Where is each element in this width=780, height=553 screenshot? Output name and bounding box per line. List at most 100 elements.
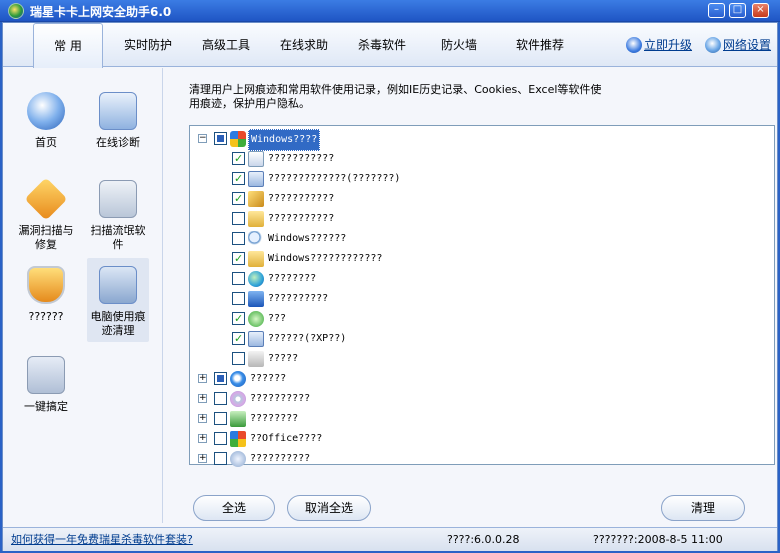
tree-group-row: + ?????? <box>190 369 770 389</box>
window-title: 瑞星卡卡上网安全助手6.0 <box>30 5 172 19</box>
tree-item-checkbox[interactable] <box>232 149 245 169</box>
window-icon <box>248 171 264 187</box>
tree-item-label: ????? <box>268 353 299 364</box>
app-icon <box>248 291 264 307</box>
nav-home-label: 首页 <box>35 136 57 149</box>
tree-group-expander[interactable]: + <box>198 434 207 443</box>
menu-common[interactable]: 常 用 <box>33 23 103 68</box>
menu-realtime-protection[interactable]: 实时防护 <box>115 23 181 67</box>
tree-item: ??????(?XP??) <box>190 329 770 349</box>
nav-online-diagnosis[interactable]: 在线诊断 <box>87 88 149 150</box>
network-icon <box>705 37 721 53</box>
tree-item-checkbox[interactable] <box>232 212 245 225</box>
tree-item-checkbox[interactable] <box>232 169 245 189</box>
tree-group-expander[interactable]: + <box>198 414 207 423</box>
tree-group-label: ??Office???? <box>250 433 323 444</box>
upgrade-label: 立即升级 <box>644 38 693 52</box>
nav-trace-cleanup[interactable]: 电脑使用痕迹清理 <box>87 258 149 342</box>
app-logo-icon <box>8 3 24 19</box>
menu-software-recommend[interactable]: 软件推荐 <box>507 23 573 67</box>
tree-root-label[interactable]: Windows???? <box>248 129 321 151</box>
ie-icon <box>230 371 246 387</box>
tree-group-label: ?????? <box>250 373 287 384</box>
tree-item-checkbox[interactable] <box>232 232 245 245</box>
tree-item: ??????????? <box>190 149 770 169</box>
tree-item-label: ??????????? <box>268 153 335 164</box>
tree-root-expander[interactable]: − <box>198 134 207 143</box>
tree-item-checkbox[interactable] <box>232 249 245 269</box>
office-icon <box>230 431 246 447</box>
deselect-all-button[interactable]: 取消全选 <box>287 495 371 521</box>
tree-item-label: ??? <box>268 313 287 324</box>
tree-item-checkbox[interactable] <box>232 309 245 329</box>
free-antivirus-link[interactable]: 如何获得一年免费瑞星杀毒软件套装? <box>11 528 193 551</box>
menu-firewall[interactable]: 防火墙 <box>431 23 487 67</box>
document-icon <box>248 151 264 167</box>
nav-home[interactable]: 首页 <box>15 88 77 150</box>
shield-icon <box>27 266 65 304</box>
select-all-button[interactable]: 全选 <box>193 495 275 521</box>
status-bar: 如何获得一年免费瑞星杀毒软件套装? ????:6.0.0.28 ???????:… <box>3 527 777 551</box>
tree-group-checkbox[interactable] <box>214 392 227 405</box>
tree-group-checkbox[interactable] <box>214 412 227 425</box>
tree-item-checkbox[interactable] <box>232 292 245 305</box>
tree-item-checkbox[interactable] <box>232 352 245 365</box>
folder-icon <box>248 211 264 227</box>
tree-item-label: ??????(?XP??) <box>268 333 347 344</box>
windows-icon <box>230 131 246 147</box>
diagnosis-icon <box>99 92 137 130</box>
clean-button[interactable]: 清理 <box>661 495 745 521</box>
tree-item-label: ?????????? <box>268 293 329 304</box>
title-bar: 瑞星卡卡上网安全助手6.0 – □ × <box>0 0 780 22</box>
tree-group-row: + ?????????? <box>190 449 770 467</box>
tree-item-label: Windows???????????? <box>268 253 383 264</box>
tree-item-checkbox[interactable] <box>232 329 245 349</box>
tree-root-row: − Windows???? <box>190 129 770 151</box>
tree-item: ???????? <box>190 269 770 289</box>
minimize-button[interactable]: – <box>708 3 725 18</box>
menu-online-help[interactable]: 在线求助 <box>271 23 337 67</box>
nav-trace-cleanup-label: 电脑使用痕迹清理 <box>90 310 146 337</box>
globe-icon <box>248 271 264 287</box>
nav-one-click-label: 一键搞定 <box>24 400 68 413</box>
update-date-text: ???????:2008-8-5 11:00 <box>593 533 723 546</box>
tree-group-checkbox[interactable] <box>214 372 227 385</box>
close-button[interactable]: × <box>752 3 769 18</box>
tree-item-checkbox[interactable] <box>232 272 245 285</box>
nav-vulnerability-scan[interactable]: 漏洞扫描与修复 <box>15 176 77 252</box>
search-icon <box>248 231 264 247</box>
nav-shield-label: ?????? <box>28 310 64 323</box>
tree-item-checkbox[interactable] <box>232 189 245 209</box>
nav-rogue-scan[interactable]: 扫描流氓软件 <box>87 176 149 252</box>
nav-vulnerability-scan-label: 漏洞扫描与修复 <box>18 224 74 251</box>
tree-item: Windows?????? <box>190 229 770 249</box>
content-panel: 清理用户上网痕迹和常用软件使用记录，例如IE历史记录、Cookies、Excel… <box>171 73 775 523</box>
tree-group-expander[interactable]: + <box>198 454 207 463</box>
recycle-icon <box>248 311 264 327</box>
tree-group-expander[interactable]: + <box>198 394 207 403</box>
nav-shield[interactable]: ?????? <box>15 262 77 324</box>
nav-one-click[interactable]: 一键搞定 <box>15 352 77 414</box>
menu-advanced-tools[interactable]: 高级工具 <box>193 23 259 67</box>
tree-item-label: ???????? <box>268 273 317 284</box>
tree-group-row: + ??Office???? <box>190 429 770 449</box>
tree-group-checkbox[interactable] <box>214 432 227 445</box>
menu-antivirus[interactable]: 杀毒软件 <box>349 23 415 67</box>
tree-group-checkbox[interactable] <box>214 452 227 465</box>
network-settings-link[interactable]: 网络设置 <box>705 36 771 54</box>
left-nav: 首页 在线诊断 漏洞扫描与修复 扫描流氓软件 ?????? 电脑使用痕迹清理 一… <box>3 68 163 523</box>
tree-group-expander[interactable]: + <box>198 374 207 383</box>
upgrade-link[interactable]: 立即升级 <box>626 36 692 54</box>
cleanup-tree[interactable]: − Windows???? ??????????? ?????????????(… <box>189 125 775 467</box>
tree-item: ??? <box>190 309 770 329</box>
maximize-button[interactable]: □ <box>729 3 746 18</box>
tree-group-label: ?????????? <box>250 453 311 464</box>
tree-item: Windows???????????? <box>190 249 770 269</box>
tree-root-checkbox[interactable] <box>214 132 227 145</box>
key-icon <box>248 191 264 207</box>
folder-icon <box>248 251 264 267</box>
program-icon <box>230 411 246 427</box>
monitor-icon <box>248 331 264 347</box>
nav-online-diagnosis-label: 在线诊断 <box>96 136 140 149</box>
tree-item: ??????????? <box>190 189 770 209</box>
